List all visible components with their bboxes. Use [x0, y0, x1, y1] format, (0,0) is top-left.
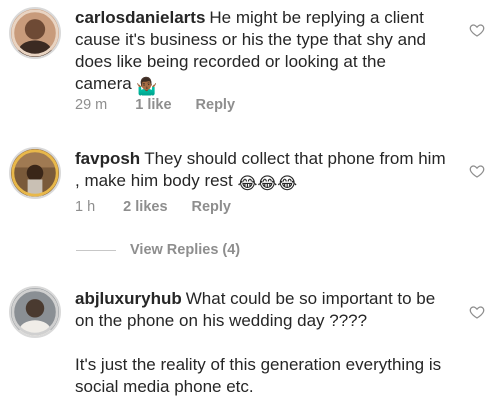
- avatar[interactable]: [9, 7, 61, 59]
- avatar[interactable]: [9, 286, 61, 338]
- shrug-emoji: 🤷🏾‍♂️: [136, 77, 158, 96]
- comment-meta: 1 h 2 likes Reply: [75, 199, 231, 215]
- comment-text: abjluxuryhub What could be so important t…: [75, 288, 447, 398]
- view-replies-button[interactable]: View Replies (4): [76, 242, 240, 258]
- reply-button[interactable]: Reply: [196, 97, 236, 113]
- comment-time: 29 m: [75, 97, 108, 113]
- avatar[interactable]: [9, 147, 61, 199]
- replies-divider: [76, 249, 116, 251]
- comment-username[interactable]: abjluxuryhub: [75, 289, 182, 308]
- heart-outline-icon[interactable]: [469, 304, 485, 320]
- comment-text: favposh They should collect that phone fr…: [75, 148, 447, 195]
- comment-username[interactable]: favposh: [75, 149, 140, 168]
- view-replies-label: View Replies (4): [130, 242, 241, 258]
- comment-username[interactable]: carlosdanielarts: [75, 8, 205, 27]
- reply-button[interactable]: Reply: [192, 199, 232, 215]
- heart-outline-icon[interactable]: [469, 22, 485, 38]
- heart-outline-icon[interactable]: [469, 163, 485, 179]
- laughing-emoji: 😂😂😂: [237, 174, 298, 193]
- comment-likes[interactable]: 1 like: [135, 97, 171, 113]
- comment-text: carlosdanielarts He might be replying a c…: [75, 7, 447, 98]
- comment-time: 1 h: [75, 199, 96, 215]
- comment-likes[interactable]: 2 likes: [123, 199, 167, 215]
- comment-meta: 29 m 1 like Reply: [75, 97, 235, 113]
